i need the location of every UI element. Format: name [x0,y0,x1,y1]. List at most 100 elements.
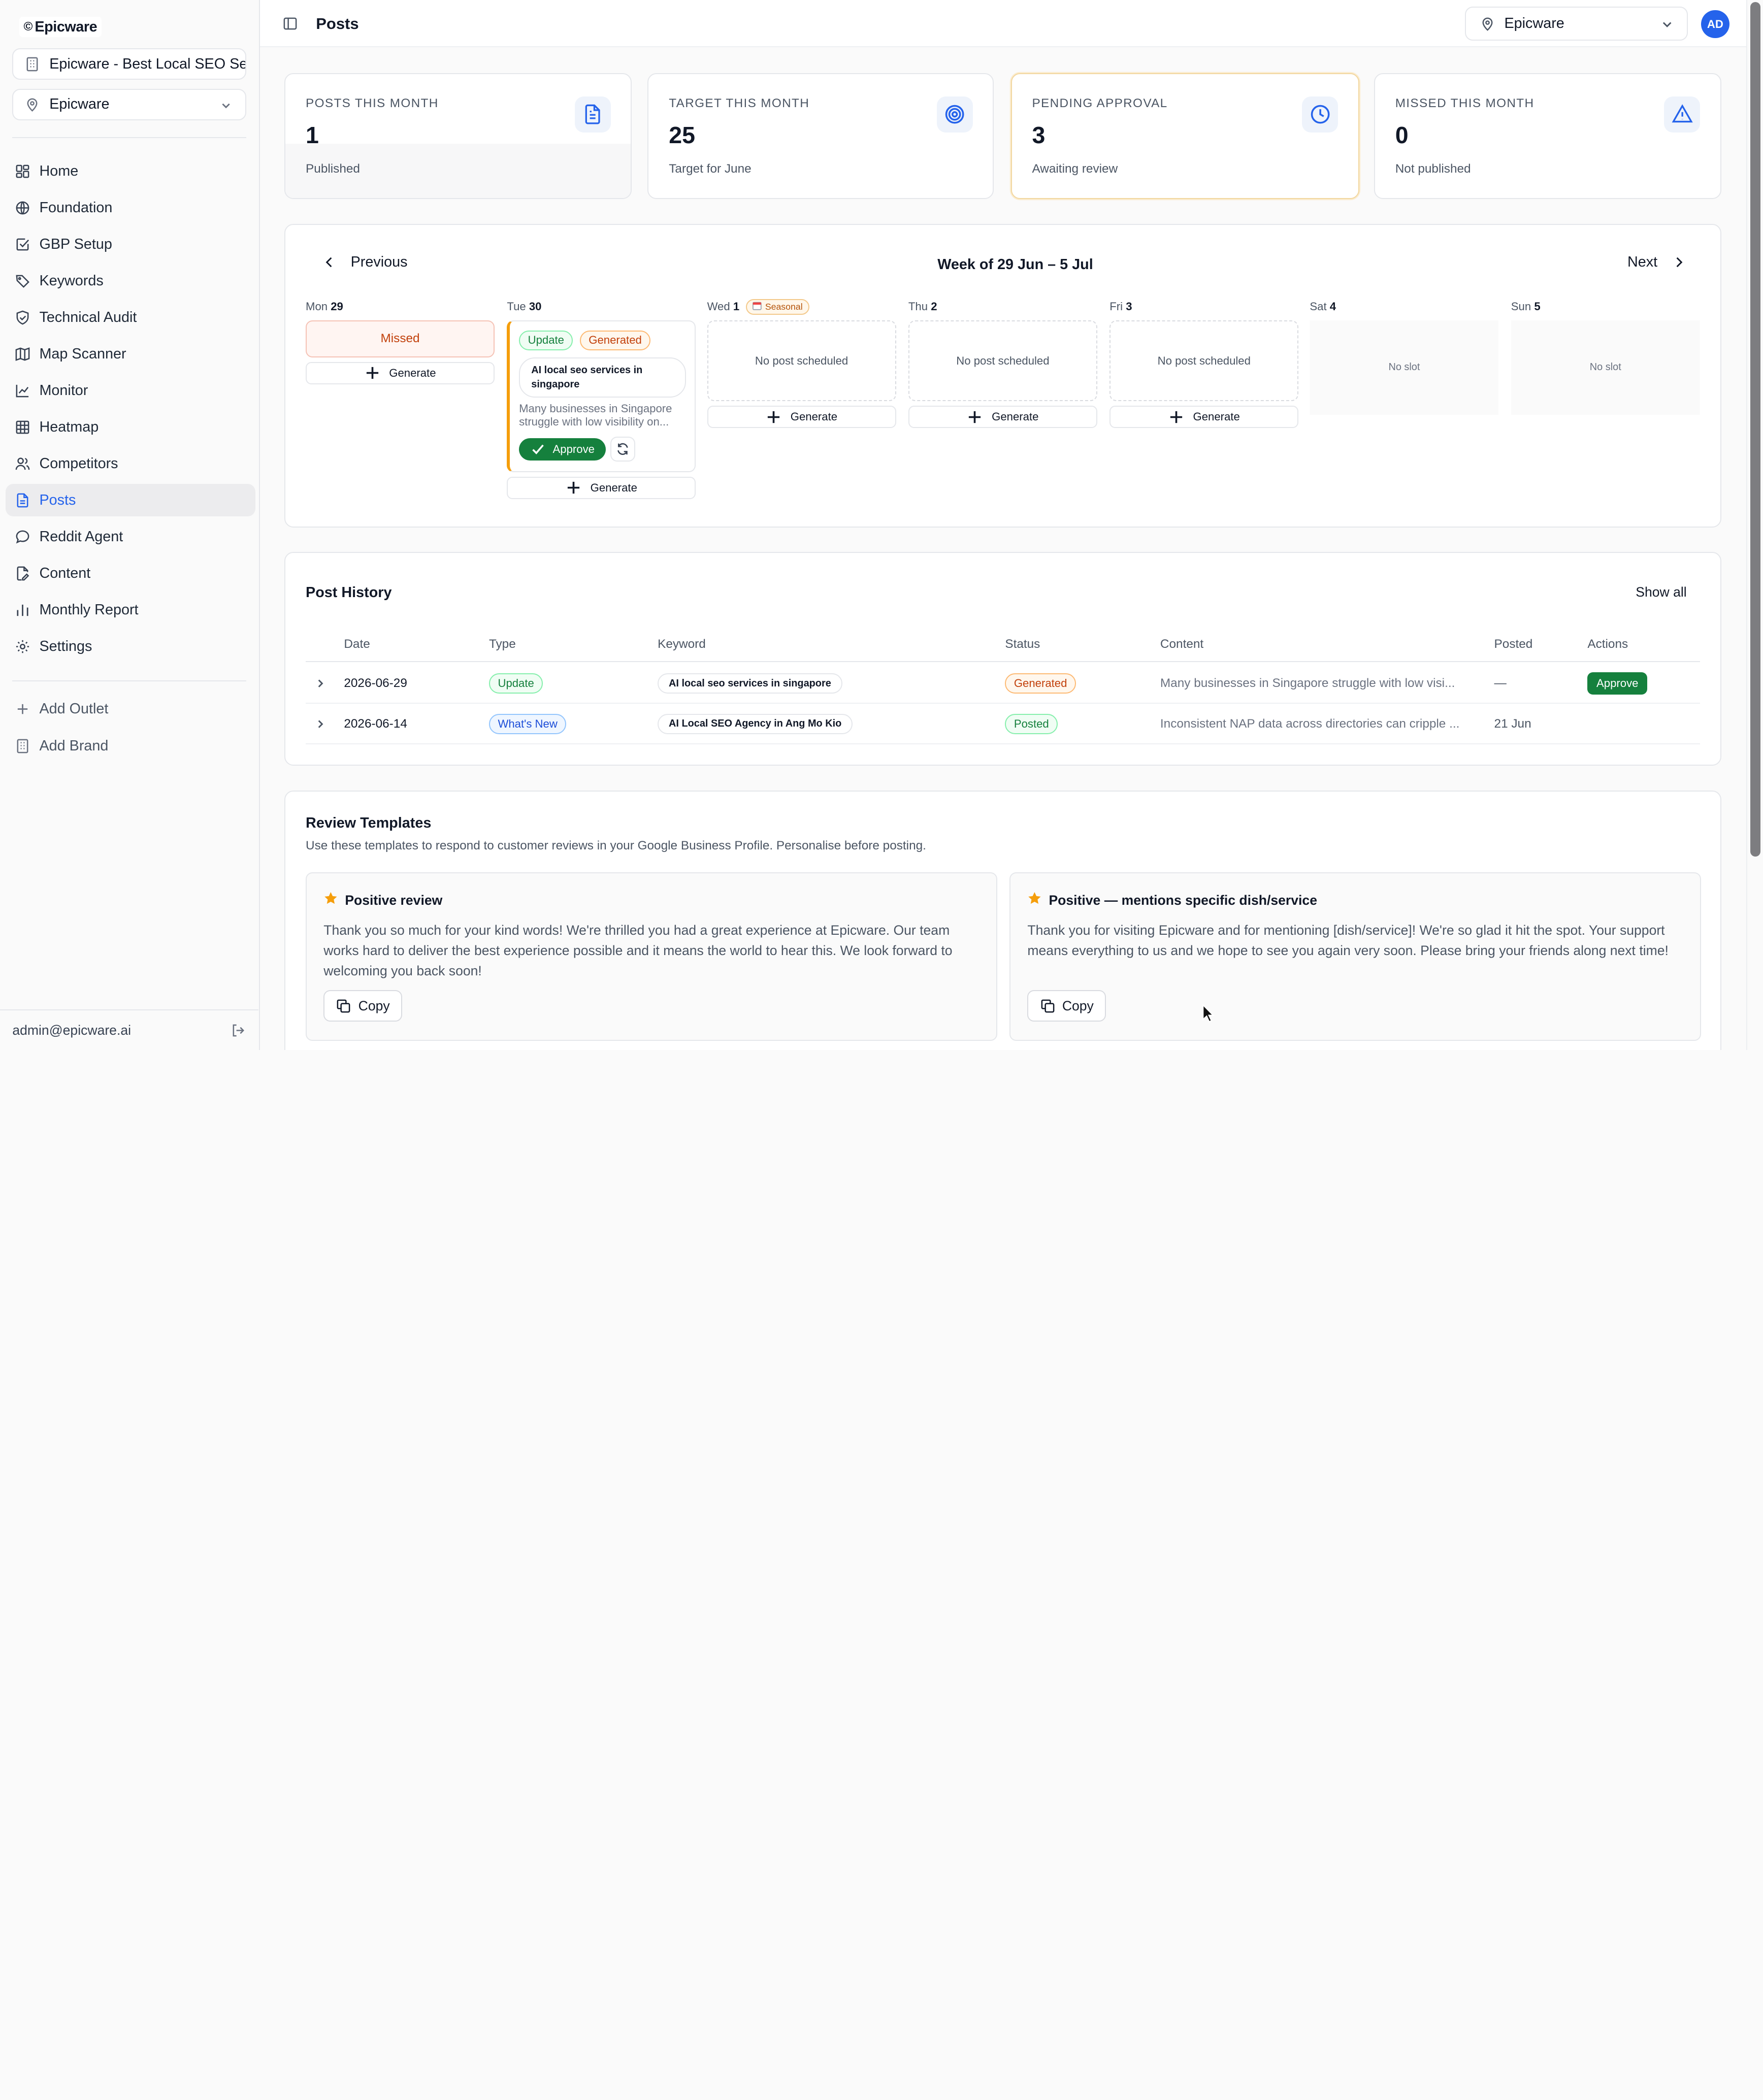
type-badge: Update [488,673,543,694]
location-selector[interactable]: Epicware [12,88,246,120]
project-selector[interactable]: Epicware - Best Local SEO Se [12,48,246,80]
scrollbar[interactable] [1746,0,1763,1051]
next-week-button[interactable]: Next [1627,254,1687,271]
sidebar-item-label: Content [39,565,91,581]
show-all-button[interactable]: Show all [1636,584,1686,600]
generate-label: Generate [590,481,637,494]
status-badge-cell: Posted [1005,704,1058,744]
sidebar-item-map-scanner[interactable]: Map Scanner [6,338,255,370]
content-preview: Many businesses in Singapore struggle wi… [1160,676,1455,691]
gear-icon [15,639,30,654]
logo-mark: © [23,20,32,34]
sidebar-item-heatmap[interactable]: Heatmap [6,411,255,443]
posted-date-cell: — [1494,663,1507,704]
generate-button[interactable]: Generate [1109,406,1299,429]
column-header: Type [488,637,516,651]
no-slot: No slot [1511,320,1700,415]
column-header: Date [344,637,370,651]
day-label: Tue 30 [507,298,696,316]
approve-button[interactable]: Approve [1587,672,1648,695]
add-brand-button[interactable]: Add Brand [6,730,255,762]
stat-subtext: Not published [1395,161,1471,176]
day-name-text: Tue [507,300,526,313]
missed-card[interactable]: Missed [306,320,495,357]
copy-button[interactable]: Copy [1027,990,1106,1022]
column-header: Content [1160,637,1204,651]
target-icon [936,96,973,133]
file-icon [15,493,30,508]
generate-label: Generate [389,366,436,379]
stat-value: 0 [1395,121,1409,148]
copy-button[interactable]: Copy [323,990,402,1022]
status-badge-cell: Generated [1005,663,1076,704]
plus-icon [1168,409,1184,425]
avatar[interactable]: AD [1701,10,1729,39]
scrollbar-thumb[interactable] [1750,2,1761,857]
empty-slot: No post scheduled [1109,320,1299,402]
date: 2026-06-14 [344,716,407,731]
location-dropdown[interactable]: Epicware [1465,7,1688,41]
seasonal-badge: Seasonal [746,299,809,315]
globe-icon [15,200,30,216]
sidebar-item-reddit-agent[interactable]: Reddit Agent [6,520,255,553]
map-icon [15,346,30,362]
sidebar-item-keywords[interactable]: Keywords [6,265,255,297]
generate-button[interactable]: Generate [908,406,1097,429]
day-name: Sat 4 [1310,300,1336,313]
table-row[interactable]: 2026-06-14 What's New AI Local SEO Agency … [306,704,1700,744]
sidebar-item-monitor[interactable]: Monitor [6,374,255,407]
stat-subtext: Awaiting review [1032,161,1118,176]
sidebar-item-foundation[interactable]: Foundation [6,192,255,224]
logout-icon[interactable] [231,1023,246,1038]
generate-button[interactable]: Generate [707,406,896,429]
sidebar-item-posts[interactable]: Posts [6,484,255,517]
sidebar-item-settings[interactable]: Settings [6,630,255,663]
day-name-text: Fri [1109,300,1123,313]
content-preview-cell: Inconsistent NAP data across directories… [1160,704,1460,744]
generate-button[interactable]: Generate [507,476,696,499]
document-icon [574,96,611,133]
sidebar-item-technical-audit[interactable]: Technical Audit [6,301,255,334]
table-row[interactable]: 2026-06-29 Update AI local seo services in… [306,663,1700,704]
chevron-right-icon[interactable] [315,663,326,704]
stat-card-posts-this-month: POSTS THIS MONTH 1 Published [284,73,632,199]
regenerate-icon[interactable] [610,437,635,462]
no-slot: No slot [1310,320,1499,415]
seasonal-label: Seasonal [765,301,803,312]
calendar-icon [753,301,762,313]
day-column: Sat 4 No slot [1310,298,1499,415]
day-label: Mon 29 [306,298,495,316]
generate-button[interactable]: Generate [306,362,495,385]
line-chart-icon [15,383,30,399]
mouse-cursor-icon [1202,1003,1216,1028]
sidebar-item-home[interactable]: Home [6,155,255,188]
day-label: Wed 1 Seasonal [707,298,896,316]
brand-name: Epicware [35,18,97,35]
column-header: Actions [1587,637,1628,651]
day-name: Wed 1 [707,300,740,313]
sidebar-item-monthly-report[interactable]: Monthly Report [6,594,255,626]
template-title: Positive review [323,891,979,909]
sidebar-item-content[interactable]: Content [6,557,255,589]
chevron-right-icon[interactable] [315,704,326,744]
day-column: Thu 2 No post scheduled Generate [908,298,1097,429]
sidebar-toggle-icon[interactable] [282,16,298,31]
review-templates-description: Use these templates to respond to custom… [306,838,926,852]
stat-value: 1 [306,121,319,148]
sidebar-item-gbp-setup[interactable]: GBP Setup [6,228,255,261]
next-label: Next [1627,254,1658,271]
empty-slot: No post scheduled [908,320,1097,402]
plus-icon [365,365,380,381]
day-label: Sat 4 [1310,298,1498,316]
column-header: Keyword [658,637,706,651]
plus-icon [566,480,581,496]
type-badge-cell: Update [488,663,543,704]
stat-label: POSTS THIS MONTH [306,96,439,111]
template-body: Thank you for visiting Epicware and for … [1027,923,1669,959]
sidebar-item-competitors[interactable]: Competitors [6,447,255,480]
add-outlet-button[interactable]: Add Outlet [6,693,255,725]
approve-button[interactable]: Approve [519,438,606,461]
brand-logo[interactable]: © Epicware [19,17,102,38]
post-card[interactable]: Update Generated AI local seo services in … [507,320,696,472]
sidebar-item-label: Map Scanner [39,345,126,362]
